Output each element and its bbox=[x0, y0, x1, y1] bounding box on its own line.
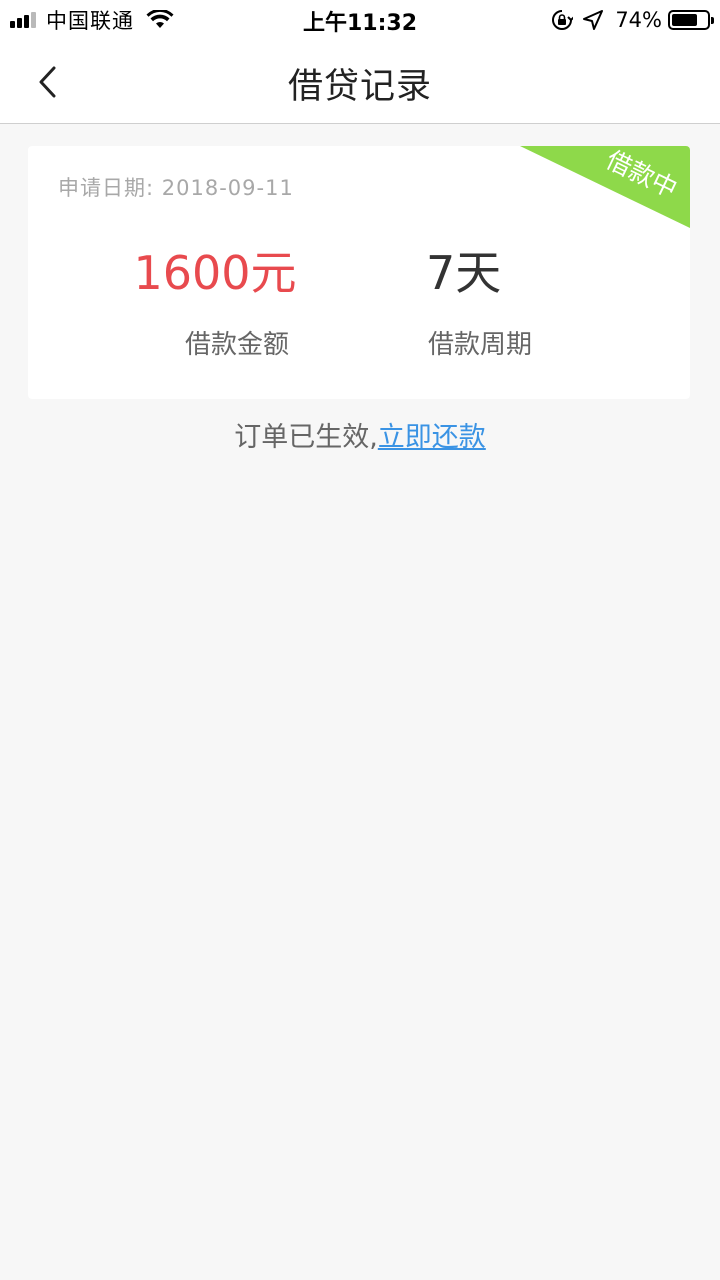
battery-icon bbox=[668, 10, 714, 30]
apply-date: 申请日期: 2018-09-11 bbox=[58, 172, 294, 202]
loan-amount-label: 借款金额 bbox=[184, 330, 289, 360]
loan-amount-value: 1600元 bbox=[133, 246, 297, 300]
order-notice: 订单已生效,立即还款 bbox=[0, 415, 720, 454]
battery-percent: 74% bbox=[615, 8, 662, 32]
status-badge: 借款中 bbox=[520, 146, 690, 228]
status-bar: 中国联通 上午11:32 74% bbox=[0, 0, 720, 40]
page-title: 借贷记录 bbox=[287, 67, 432, 107]
order-notice-text: 订单已生效, bbox=[234, 422, 378, 453]
location-arrow-icon bbox=[583, 10, 604, 30]
status-bar-right: 74% bbox=[551, 6, 714, 34]
apply-date-label: 申请日期: bbox=[58, 176, 155, 200]
loan-period: 7天 借款周期 bbox=[362, 246, 562, 361]
apply-date-value: 2018-09-11 bbox=[161, 176, 294, 200]
rotation-lock-icon bbox=[552, 10, 574, 30]
nav-bar: 借贷记录 bbox=[0, 40, 720, 124]
repay-now-link[interactable]: 立即还款 bbox=[378, 422, 486, 453]
loan-amount: 1600元 借款金额 bbox=[115, 246, 315, 361]
loan-period-value: 7天 bbox=[426, 246, 502, 300]
loan-period-label: 借款周期 bbox=[428, 330, 533, 360]
loan-record-card[interactable]: 申请日期: 2018-09-11 借款中 1600元 借款金额 7天 借款周期 bbox=[28, 146, 690, 399]
